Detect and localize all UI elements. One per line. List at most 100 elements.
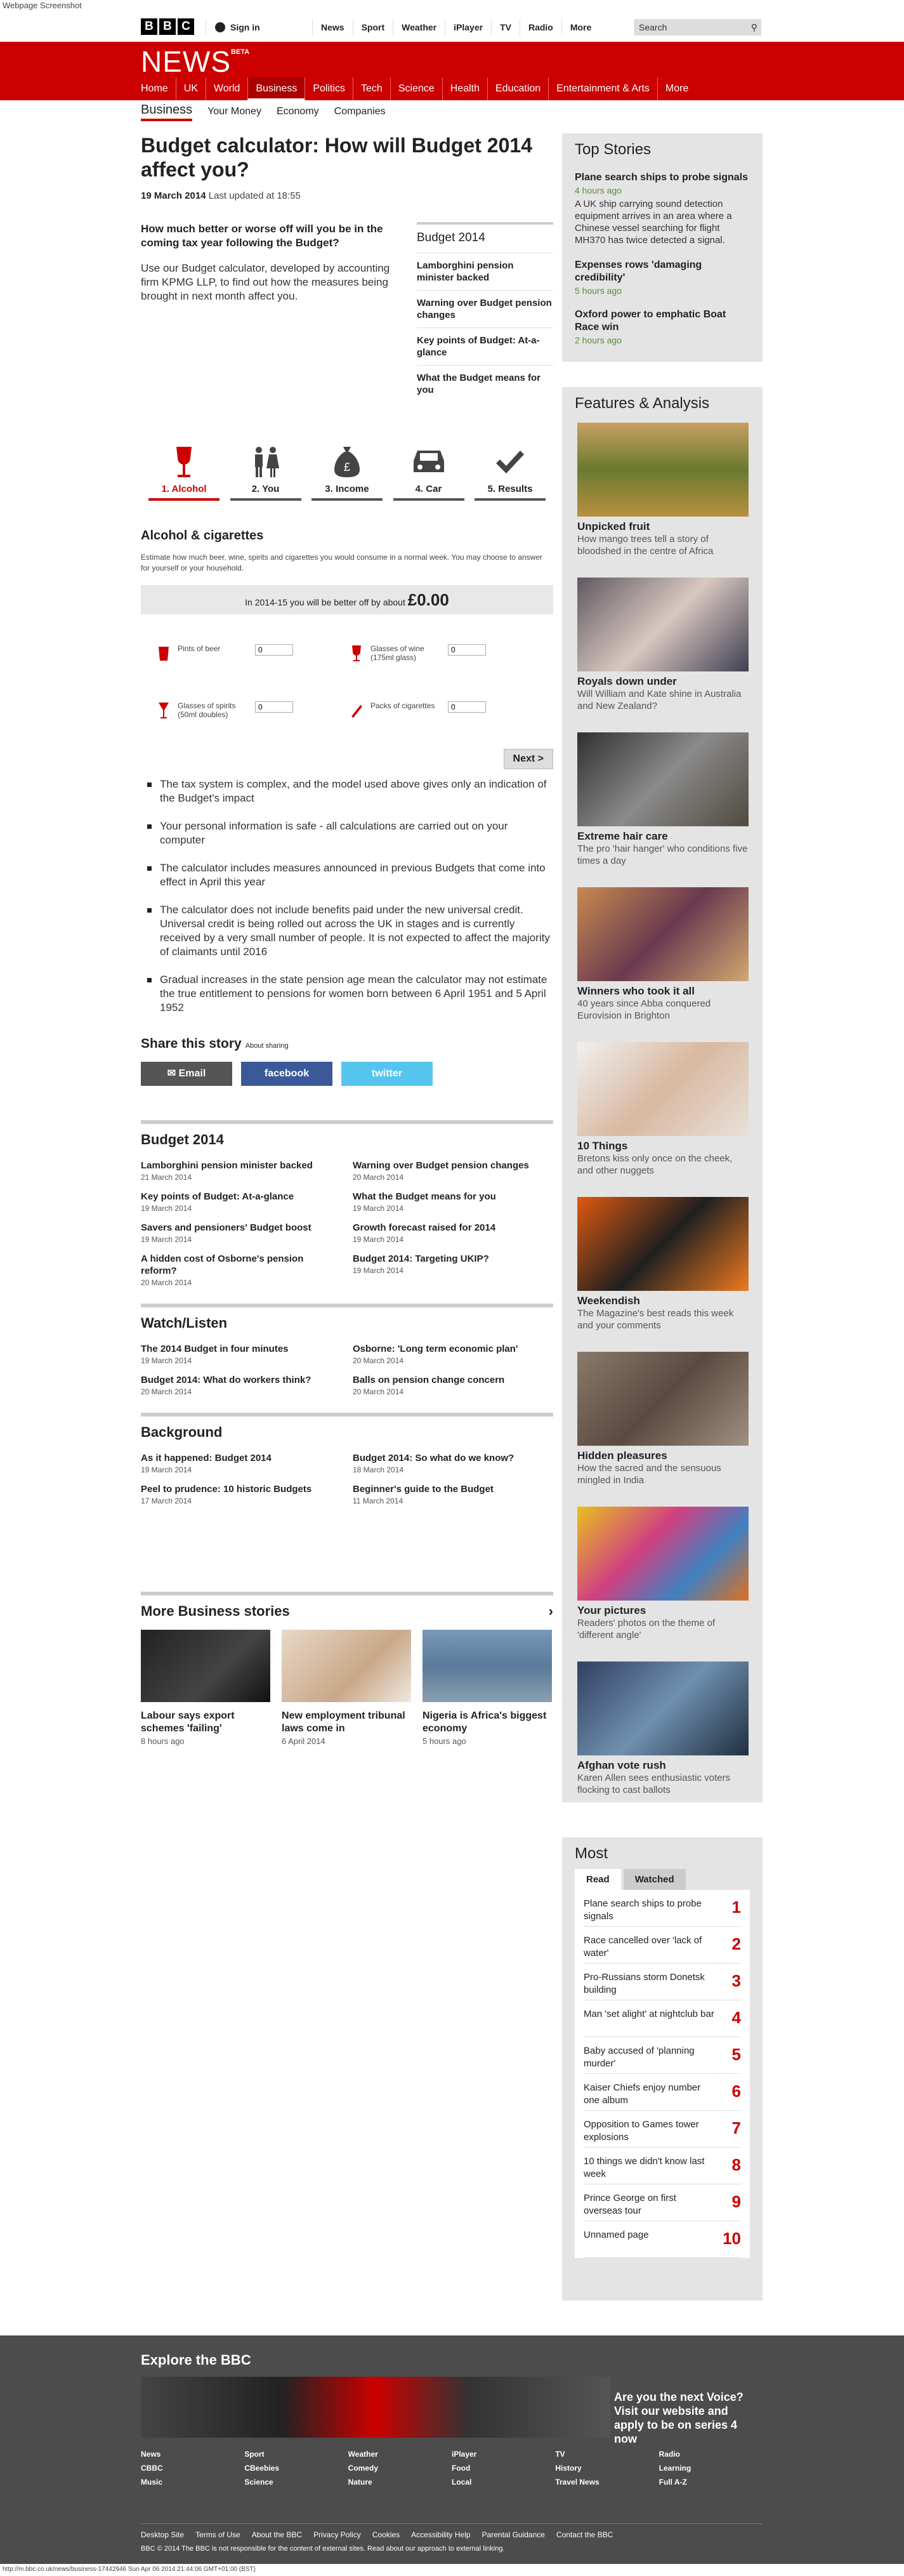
explore-link[interactable]: Full A-Z	[659, 2478, 763, 2487]
global-nav-weather[interactable]: Weather	[393, 19, 445, 36]
global-nav-radio[interactable]: Radio	[519, 19, 561, 36]
feature-card[interactable]: Hidden pleasures How the sacred and the s…	[577, 1352, 749, 1486]
related-link[interactable]: Savers and pensioners' Budget boost	[141, 1222, 341, 1234]
feature-card[interactable]: Weekendish The Magazine's best reads this…	[577, 1197, 749, 1331]
search-input[interactable]: Search ⚲	[634, 19, 761, 36]
nav-home[interactable]: Home	[141, 77, 176, 100]
more-business-title[interactable]: More Business stories ›	[141, 1592, 553, 1630]
most-read-item[interactable]: Kaiser Chiefs enjoy number one album 6	[584, 2074, 741, 2111]
footer-link[interactable]: Parental Guidance	[482, 2530, 545, 2539]
explore-link[interactable]: Comedy	[348, 2464, 452, 2473]
share-facebook-button[interactable]: facebook	[241, 1062, 332, 1086]
feature-card[interactable]: Unpicked fruit How mango trees tell a sto…	[577, 423, 749, 557]
most-read-item[interactable]: Prince George on first overseas tour 9	[584, 2184, 741, 2221]
explore-link[interactable]: Sport	[244, 2450, 348, 2459]
explore-link[interactable]: News	[141, 2450, 244, 2459]
story-card[interactable]: Labour says export schemes 'failing' 8 ho…	[141, 1630, 270, 1746]
tab-car[interactable]: 4. Car	[393, 444, 464, 501]
related-link[interactable]: What the Budget means for you	[353, 1191, 553, 1203]
global-nav-more[interactable]: More	[561, 19, 599, 36]
budget-box-link[interactable]: Warning over Budget pension changes	[417, 290, 553, 327]
share-email-button[interactable]: ✉ Email	[141, 1062, 232, 1086]
tab-watched[interactable]: Watched	[623, 1869, 686, 1890]
explore-link[interactable]: Learning	[659, 2464, 763, 2473]
nav-politics[interactable]: Politics	[305, 77, 353, 100]
feature-card[interactable]: Afghan vote rush Karen Allen sees enthusi…	[577, 1661, 749, 1796]
most-read-item[interactable]: Race cancelled over 'lack of water' 2	[584, 1927, 741, 1964]
tab-you[interactable]: 2. You	[230, 444, 301, 501]
related-link[interactable]: The 2014 Budget in four minutes	[141, 1343, 341, 1355]
explore-link[interactable]: History	[555, 2464, 658, 2473]
top-story-link[interactable]: Plane search ships to probe signals	[575, 171, 750, 184]
nav-more[interactable]: More	[657, 77, 696, 100]
nav-business[interactable]: Business	[247, 77, 305, 100]
news-title[interactable]: NEWS	[141, 44, 231, 79]
explore-link[interactable]: Radio	[659, 2450, 763, 2459]
nav-world[interactable]: World	[205, 77, 248, 100]
story-card[interactable]: Nigeria is Africa's biggest economy 5 hou…	[423, 1630, 552, 1746]
about-sharing-link[interactable]: About sharing	[246, 1042, 289, 1050]
related-link[interactable]: Beginner's guide to the Budget	[353, 1483, 553, 1495]
related-link[interactable]: Budget 2014: Targeting UKIP?	[353, 1253, 553, 1265]
most-read-item[interactable]: Man 'set alight' at nightclub bar 4	[584, 2000, 741, 2037]
voice-promo-text[interactable]: Are you the next Voice? Visit our websit…	[614, 2390, 760, 2446]
explore-link[interactable]: Science	[244, 2478, 348, 2487]
global-nav-sport[interactable]: Sport	[352, 19, 393, 36]
related-link[interactable]: Key points of Budget: At-a-glance	[141, 1191, 341, 1203]
global-nav-tv[interactable]: TV	[491, 19, 520, 36]
wine-input[interactable]	[448, 644, 486, 656]
feature-card[interactable]: Your pictures Readers' photos on the them…	[577, 1507, 749, 1641]
beer-input[interactable]	[255, 644, 293, 656]
nav-tech[interactable]: Tech	[353, 77, 390, 100]
nav-entertainment[interactable]: Entertainment & Arts	[548, 77, 657, 100]
most-read-item[interactable]: Baby accused of 'planning murder' 5	[584, 2037, 741, 2074]
footer-link[interactable]: About the BBC	[252, 2530, 302, 2539]
subnav-business[interactable]: Business	[141, 103, 193, 121]
bbc-logo[interactable]: BBC	[141, 18, 194, 35]
related-link[interactable]: Balls on pension change concern	[353, 1374, 553, 1386]
related-link[interactable]: Peel to prudence: 10 historic Budgets	[141, 1483, 341, 1495]
explore-link[interactable]: CBBC	[141, 2464, 244, 2473]
explore-link[interactable]: Food	[452, 2464, 555, 2473]
footer-link[interactable]: Accessibility Help	[411, 2530, 470, 2539]
footer-link[interactable]: Cookies	[372, 2530, 400, 2539]
top-story-link[interactable]: Expenses rows 'damaging credibility'	[575, 259, 750, 284]
budget-box-link[interactable]: Key points of Budget: At-a-glance	[417, 327, 553, 365]
explore-link[interactable]: CBeebies	[244, 2464, 348, 2473]
tab-results[interactable]: 5. Results	[475, 444, 546, 501]
most-read-item[interactable]: Plane search ships to probe signals 1	[584, 1890, 741, 1927]
explore-link[interactable]: Travel News	[555, 2478, 658, 2487]
related-link[interactable]: Growth forecast raised for 2014	[353, 1222, 553, 1234]
voice-promo-banner[interactable]	[141, 2377, 610, 2438]
budget-box-link[interactable]: Lamborghini pension minister backed	[417, 253, 553, 290]
related-link[interactable]: Lamborghini pension minister backed	[141, 1159, 341, 1172]
global-nav-iplayer[interactable]: iPlayer	[445, 19, 491, 36]
related-link[interactable]: Osborne: 'Long term economic plan'	[353, 1343, 553, 1355]
spirits-input[interactable]	[255, 701, 293, 713]
related-link[interactable]: Warning over Budget pension changes	[353, 1159, 553, 1172]
related-link[interactable]: As it happened: Budget 2014	[141, 1452, 341, 1464]
most-read-item[interactable]: Pro-Russians storm Donetsk building 3	[584, 1964, 741, 2000]
search-icon[interactable]: ⚲	[751, 22, 757, 33]
related-link[interactable]: A hidden cost of Osborne's pension refor…	[141, 1253, 341, 1277]
explore-link[interactable]: TV	[555, 2450, 658, 2459]
subnav-companies[interactable]: Companies	[334, 106, 386, 117]
nav-health[interactable]: Health	[442, 77, 487, 100]
explore-link[interactable]: Nature	[348, 2478, 452, 2487]
explore-link[interactable]: Local	[452, 2478, 555, 2487]
feature-card[interactable]: Winners who took it all 40 years since Ab…	[577, 887, 749, 1022]
nav-science[interactable]: Science	[390, 77, 442, 100]
story-card[interactable]: New employment tribunal laws come in 6 Ap…	[282, 1630, 411, 1746]
explore-link[interactable]: Music	[141, 2478, 244, 2487]
budget-box-link[interactable]: What the Budget means for you	[417, 365, 553, 402]
feature-card[interactable]: 10 Things Bretons kiss only once on the c…	[577, 1042, 749, 1177]
related-link[interactable]: Budget 2014: So what do we know?	[353, 1452, 553, 1464]
footer-link[interactable]: Desktop Site	[141, 2530, 184, 2539]
cigarettes-input[interactable]	[448, 701, 486, 713]
share-twitter-button[interactable]: twitter	[341, 1062, 433, 1086]
sign-in-link[interactable]: Sign in	[206, 19, 260, 36]
most-read-item[interactable]: 10 things we didn't know last week 8	[584, 2148, 741, 2184]
feature-card[interactable]: Royals down under Will William and Kate s…	[577, 578, 749, 712]
footer-link[interactable]: Terms of Use	[195, 2530, 240, 2539]
most-read-item[interactable]: Unnamed page 10	[584, 2221, 741, 2258]
